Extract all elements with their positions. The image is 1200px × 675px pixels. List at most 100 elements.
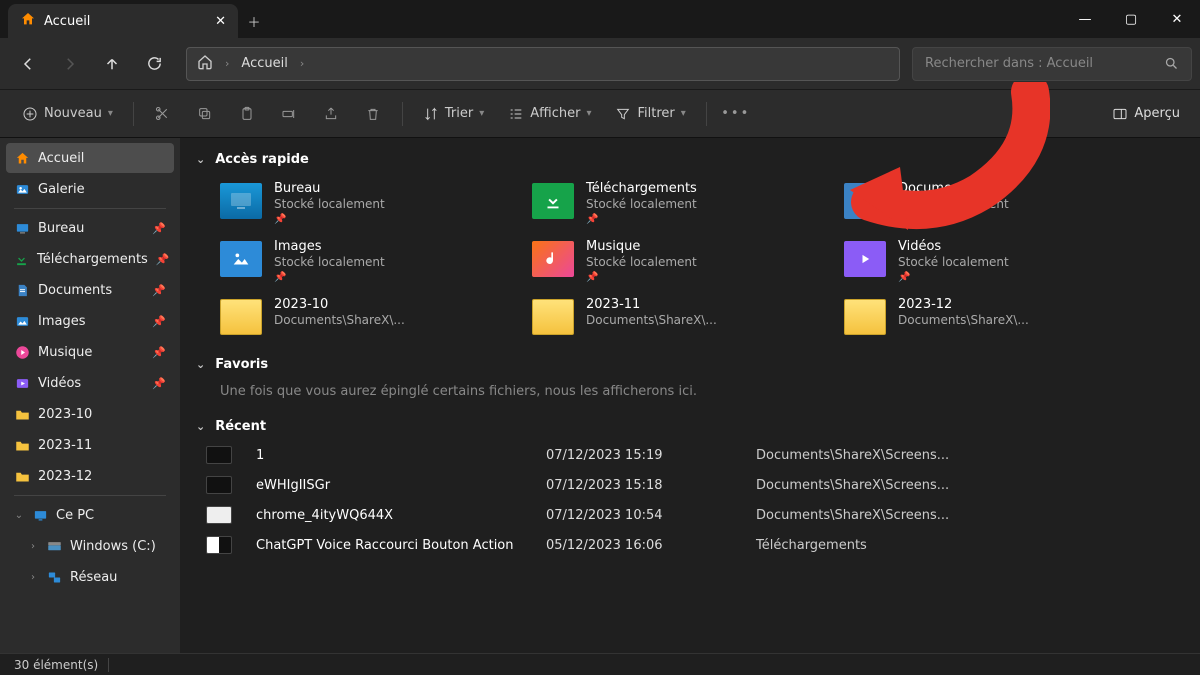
chevron-right-icon: › [300, 57, 304, 70]
more-button[interactable]: ••• [717, 97, 755, 131]
chevron-down-icon: ⌄ [196, 153, 205, 166]
minimize-button[interactable]: — [1062, 0, 1108, 38]
toolbar: Nouveau ▾ Trier ▾ Afficher ▾ Filtrer ▾ •… [0, 90, 1200, 138]
forward-button[interactable] [50, 46, 90, 82]
home-icon [197, 54, 213, 74]
item-name: Téléchargements [586, 181, 697, 196]
home-icon [20, 11, 36, 31]
maximize-button[interactable]: ▢ [1108, 0, 1154, 38]
folder-icon [14, 406, 30, 422]
recent-item[interactable]: eWHIgIISGr07/12/2023 15:18Documents\Shar… [180, 470, 1200, 500]
item-name: Bureau [274, 181, 385, 196]
chevron-right-icon: › [28, 572, 38, 583]
item-name: Images [274, 239, 385, 254]
breadcrumb-item[interactable]: Accueil [241, 56, 287, 71]
quick-access-item[interactable]: ImagesStocké localement📌 [220, 237, 520, 285]
item-sub: Stocké localement [586, 197, 697, 211]
item-sub: Documents\ShareX\... [274, 313, 405, 327]
copy-button[interactable] [186, 97, 224, 131]
item-sub: Documents\ShareX\... [586, 313, 717, 327]
chevron-right-icon: › [225, 57, 229, 70]
quick-access-item[interactable]: DocumentsStocké localement📌 [844, 179, 1144, 227]
view-button[interactable]: Afficher ▾ [498, 97, 601, 131]
favorites-empty-hint: Une fois que vous aurez épinglé certains… [180, 378, 1200, 413]
pin-icon: 📌 [152, 346, 166, 359]
pin-icon: 📌 [152, 377, 166, 390]
sidebar-item-home[interactable]: Accueil [6, 143, 174, 173]
recent-item[interactable]: ChatGPT Voice Raccourci Bouton Action05/… [180, 530, 1200, 560]
sort-button[interactable]: Trier ▾ [413, 97, 494, 131]
quick-access-item[interactable]: MusiqueStocké localement📌 [532, 237, 832, 285]
item-date: 05/12/2023 16:06 [546, 538, 746, 553]
up-button[interactable] [92, 46, 132, 82]
title-bar: Accueil ✕ ＋ — ▢ ✕ [0, 0, 1200, 38]
sidebar-item-network[interactable]: › Réseau [6, 562, 174, 592]
pin-icon: 📌 [274, 214, 385, 225]
quick-access-item[interactable]: 2023-10Documents\ShareX\... [220, 295, 520, 337]
section-favorites[interactable]: ⌄ Favoris [180, 351, 1200, 378]
status-bar: 30 élément(s) [0, 653, 1200, 675]
search-placeholder: Rechercher dans : Accueil [925, 56, 1164, 71]
pin-icon: 📌 [274, 272, 385, 283]
chevron-right-icon: › [28, 541, 38, 552]
rename-button[interactable] [270, 97, 308, 131]
cut-button[interactable] [144, 97, 182, 131]
filter-button[interactable]: Filtrer ▾ [605, 97, 695, 131]
chevron-down-icon: ▾ [586, 108, 591, 119]
search-input[interactable]: Rechercher dans : Accueil [912, 47, 1192, 81]
item-date: 07/12/2023 10:54 [546, 508, 746, 523]
item-path: Documents\ShareX\Screens... [756, 448, 1192, 463]
sidebar-item-musique[interactable]: Musique📌 [6, 337, 174, 367]
thumbnail-icon [206, 536, 232, 554]
network-icon [46, 569, 62, 585]
share-button[interactable] [312, 97, 350, 131]
sidebar-item-t-l-chargements[interactable]: Téléchargements📌 [6, 244, 174, 274]
item-sub: Stocké localement [898, 255, 1009, 269]
sidebar-item-bureau[interactable]: Bureau📌 [6, 213, 174, 243]
quick-access-item[interactable]: 2023-12Documents\ShareX\... [844, 295, 1144, 337]
refresh-button[interactable] [134, 46, 174, 82]
pin-icon: 📌 [898, 272, 1009, 283]
item-date: 07/12/2023 15:19 [546, 448, 746, 463]
sidebar-item-drive-c[interactable]: › Windows (C:) [6, 531, 174, 561]
sidebar-item-2023-12[interactable]: 2023-12 [6, 461, 174, 491]
sidebar-item-2023-11[interactable]: 2023-11 [6, 430, 174, 460]
nav-bar: › Accueil › Rechercher dans : Accueil [0, 38, 1200, 90]
new-button[interactable]: Nouveau ▾ [12, 97, 123, 131]
item-name: 2023-12 [898, 297, 1029, 312]
section-quick-access[interactable]: ⌄ Accès rapide [180, 146, 1200, 173]
quick-access-item[interactable]: VidéosStocké localement📌 [844, 237, 1144, 285]
back-button[interactable] [8, 46, 48, 82]
recent-item[interactable]: chrome_4ityWQ644X07/12/2023 10:54Documen… [180, 500, 1200, 530]
preview-button[interactable]: Aperçu [1104, 106, 1188, 122]
sidebar-item-documents[interactable]: Documents📌 [6, 275, 174, 305]
address-bar[interactable]: › Accueil › [186, 47, 900, 81]
section-recent[interactable]: ⌄ Récent [180, 413, 1200, 440]
window-controls: — ▢ ✕ [1062, 0, 1200, 38]
recent-item[interactable]: 107/12/2023 15:19Documents\ShareX\Screen… [180, 440, 1200, 470]
sidebar-item-pc[interactable]: ⌄ Ce PC [6, 500, 174, 530]
pc-icon [32, 507, 48, 523]
thumbnail-icon [206, 476, 232, 494]
sidebar-item-vid-os[interactable]: Vidéos📌 [6, 368, 174, 398]
close-button[interactable]: ✕ [1154, 0, 1200, 38]
tab-close-button[interactable]: ✕ [211, 10, 230, 33]
sidebar-item-gallery[interactable]: Galerie [6, 174, 174, 204]
video-icon [14, 375, 30, 391]
paste-button[interactable] [228, 97, 266, 131]
desktop-icon [14, 220, 30, 236]
item-path: Documents\ShareX\Screens... [756, 478, 1192, 493]
new-tab-button[interactable]: ＋ [238, 4, 270, 38]
item-count: 30 élément(s) [14, 658, 98, 672]
tab-home[interactable]: Accueil ✕ [8, 4, 238, 38]
quick-access-item[interactable]: TéléchargementsStocké localement📌 [532, 179, 832, 227]
item-name: eWHIgIISGr [256, 478, 536, 493]
chevron-down-icon: ⌄ [196, 358, 205, 371]
quick-access-item[interactable]: 2023-11Documents\ShareX\... [532, 295, 832, 337]
pin-icon: 📌 [586, 272, 697, 283]
folder-icon [14, 437, 30, 453]
sidebar-item-2023-10[interactable]: 2023-10 [6, 399, 174, 429]
sidebar-item-images[interactable]: Images📌 [6, 306, 174, 336]
quick-access-item[interactable]: BureauStocké localement📌 [220, 179, 520, 227]
delete-button[interactable] [354, 97, 392, 131]
